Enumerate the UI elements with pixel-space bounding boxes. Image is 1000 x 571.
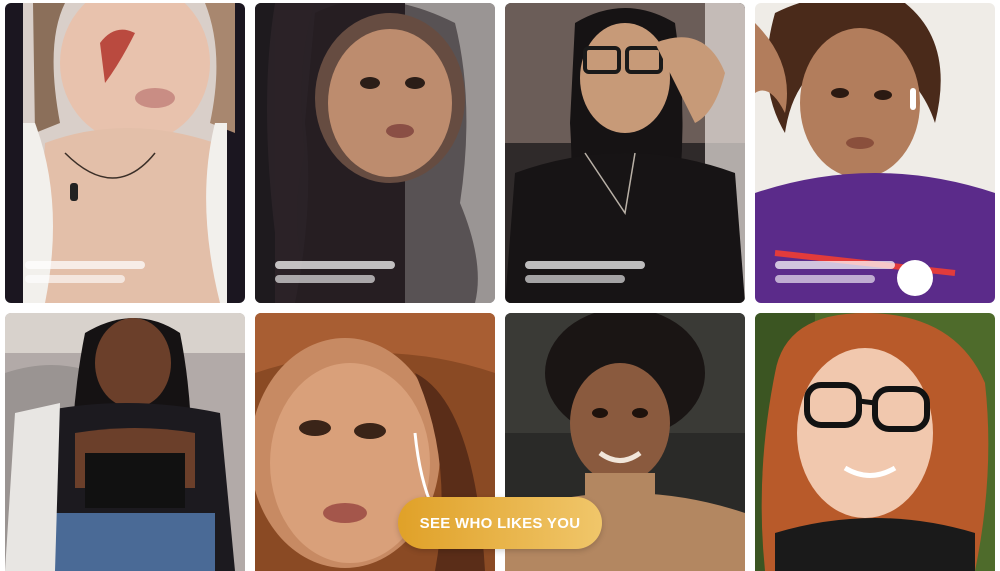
profile-card[interactable] — [5, 3, 245, 303]
placeholder-bar — [525, 261, 645, 269]
profile-card[interactable] — [5, 313, 245, 571]
placeholder-bar — [25, 275, 125, 283]
profile-card[interactable] — [255, 3, 495, 303]
name-placeholder — [775, 255, 935, 283]
name-placeholder — [525, 255, 685, 283]
name-placeholder — [25, 255, 185, 283]
placeholder-bar — [775, 261, 895, 269]
profile-card[interactable] — [755, 3, 995, 303]
profile-photo — [755, 313, 995, 571]
profile-card[interactable] — [755, 313, 995, 571]
profile-grid — [0, 0, 1000, 571]
placeholder-bar — [275, 275, 375, 283]
placeholder-bar — [25, 261, 145, 269]
placeholder-bar — [525, 275, 625, 283]
profile-photo — [5, 313, 245, 571]
name-placeholder — [275, 255, 435, 283]
placeholder-bar — [775, 275, 875, 283]
see-who-likes-you-button[interactable]: SEE WHO LIKES YOU — [398, 497, 602, 549]
placeholder-bar — [275, 261, 395, 269]
profile-card[interactable] — [505, 3, 745, 303]
